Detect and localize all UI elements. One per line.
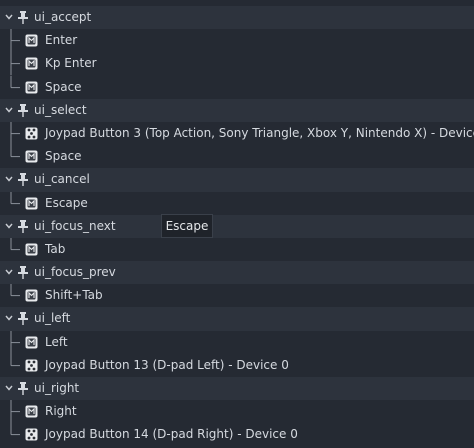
tree-guide-line	[10, 284, 20, 297]
keyboard-icon	[25, 34, 38, 47]
event-label: Space	[45, 149, 82, 164]
action-pin-icon	[18, 382, 28, 395]
event-row[interactable]: Kp Enter	[0, 52, 474, 76]
chevron-down-icon[interactable]	[5, 384, 13, 392]
event-label: Tab	[45, 241, 66, 256]
tree-guide-line	[10, 353, 20, 366]
action-name: ui_right	[34, 381, 80, 395]
event-label: Enter	[45, 33, 78, 48]
action-row[interactable]: ui_cancel	[0, 168, 474, 192]
event-label: Kp Enter	[45, 56, 97, 71]
action-row[interactable]: ui_accept	[0, 6, 474, 30]
event-row[interactable]: Joypad Button 13 (D-pad Left) - Device 0	[0, 353, 474, 377]
chevron-down-icon[interactable]	[5, 175, 13, 183]
action-row[interactable]: ui_focus_next	[0, 214, 474, 238]
chevron-down-icon[interactable]	[5, 13, 13, 21]
tree-guide-line	[10, 29, 20, 53]
joypad-icon	[25, 428, 38, 441]
tree-guide-line	[10, 330, 20, 354]
event-label: Joypad Button 13 (D-pad Left) - Device 0	[45, 357, 289, 372]
event-label: Escape	[45, 195, 88, 210]
input-map-tree: ui_accept Enter Kp Enter Space ui_select Joyp…	[0, 6, 474, 447]
joypad-icon	[25, 127, 38, 140]
event-label: Joypad Button 3 (Top Action, Sony Triang…	[45, 125, 474, 140]
chevron-down-icon[interactable]	[5, 222, 13, 230]
event-row[interactable]: Tab	[0, 237, 474, 261]
action-pin-icon	[18, 103, 28, 117]
tree-guide-line	[10, 52, 20, 76]
action-row[interactable]: ui_right	[0, 377, 474, 401]
action-pin-icon	[18, 266, 28, 280]
event-row[interactable]: Joypad Button 14 (D-pad Right) - Device …	[0, 423, 474, 446]
action-name: ui_accept	[34, 10, 92, 24]
action-pin-icon	[18, 312, 28, 326]
event-label: Left	[45, 334, 68, 349]
event-row[interactable]: Shift+Tab	[0, 284, 474, 307]
tree-guide-line	[10, 191, 20, 204]
event-row[interactable]: Right	[0, 400, 474, 424]
action-name: ui_cancel	[34, 172, 90, 187]
chevron-down-icon[interactable]	[5, 314, 13, 322]
event-row[interactable]: Escape	[0, 191, 474, 215]
action-name: ui_focus_next	[34, 218, 116, 233]
action-row[interactable]: ui_focus_prev	[0, 261, 474, 285]
action-pin-icon	[18, 11, 28, 24]
event-row[interactable]: Enter	[0, 29, 474, 53]
event-row[interactable]: Left	[0, 330, 474, 354]
keyboard-icon	[25, 197, 38, 209]
event-row[interactable]: Space	[0, 145, 474, 168]
action-name: ui_focus_prev	[34, 265, 116, 280]
event-label: Space	[45, 79, 82, 94]
event-row[interactable]: Space	[0, 75, 474, 99]
chevron-down-icon[interactable]	[5, 106, 13, 114]
keyboard-icon	[25, 81, 38, 94]
tooltip: Escape	[161, 214, 213, 238]
keyboard-icon	[25, 336, 38, 349]
action-pin-icon	[18, 219, 28, 233]
event-label: Right	[45, 404, 77, 419]
keyboard-icon	[25, 150, 38, 163]
tree-guide-line	[10, 237, 20, 250]
tree-guide-line	[10, 75, 20, 88]
tree-guide-line	[10, 145, 20, 158]
keyboard-icon	[25, 57, 38, 70]
action-pin-icon	[18, 173, 28, 187]
keyboard-icon	[25, 243, 38, 256]
joypad-icon	[25, 359, 38, 372]
tree-guide-line	[10, 423, 20, 436]
action-name: ui_left	[34, 311, 71, 326]
action-row[interactable]: ui_select	[0, 98, 474, 122]
event-row[interactable]: Joypad Button 3 (Top Action, Sony Triang…	[0, 121, 474, 146]
keyboard-icon	[25, 405, 38, 418]
action-row[interactable]: ui_left	[0, 307, 474, 331]
action-name: ui_select	[34, 102, 87, 117]
chevron-down-icon[interactable]	[5, 268, 13, 276]
event-label: Joypad Button 14 (D-pad Right) - Device …	[45, 427, 298, 442]
event-label: Shift+Tab	[45, 288, 103, 303]
tree-guide-line	[10, 400, 20, 424]
keyboard-icon	[25, 289, 38, 302]
tree-guide-line	[10, 121, 20, 146]
